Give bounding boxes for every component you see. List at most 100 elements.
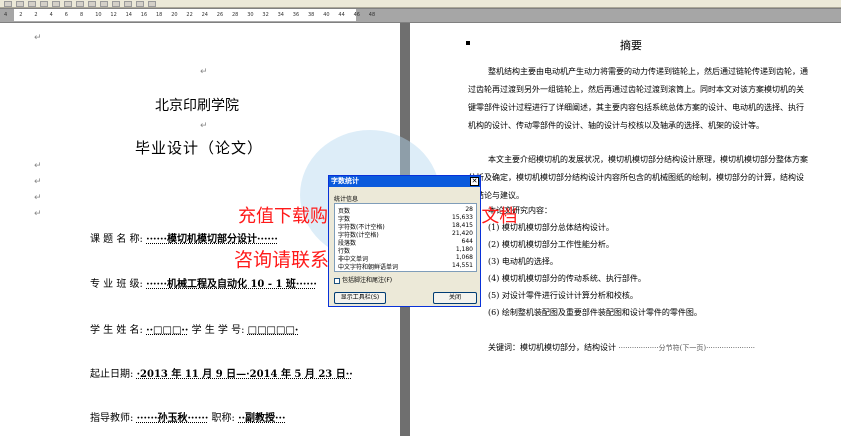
paragraph-mark: ↵ [34, 177, 42, 187]
stat-row: 字符数(计空格) 21,420 [338, 230, 473, 239]
toolbar-button[interactable] [88, 1, 96, 7]
row-value: ······孙玉秋······ [136, 413, 209, 424]
cover-row-topic: 课 题 名 称: ······模切机模切部分设计······ [90, 230, 278, 245]
toolbar-button[interactable] [16, 1, 24, 7]
ruler-number: 40 [323, 12, 330, 18]
ruler-number: 6 [64, 12, 68, 18]
stat-row: 字数 15,633 [338, 214, 473, 223]
row-value: ······机械工程及自动化 10 - 1 班······ [146, 279, 317, 290]
toolbar [0, 0, 841, 8]
row-value: ··□□□·· [146, 325, 189, 336]
cover-row-advisor: 指导教师: ······孙玉秋······ 职称: ··副教授··· [90, 409, 286, 424]
cover-row-class: 专 业 班 级: ······机械工程及自动化 10 - 1 班······ [90, 275, 317, 290]
ruler-number: 2 [34, 12, 38, 18]
show-toolbar-button[interactable]: 显示工具栏(S) [334, 292, 386, 304]
ruler-number: 2 [19, 12, 23, 18]
paragraph-mark: ↵ [34, 161, 42, 171]
ruler-number: 8 [80, 12, 84, 18]
stats-box: 页数 28 字数 15,633 字符数(不计空格) 18,415 字符数(计空格) 21… [334, 203, 477, 272]
horizontal-ruler[interactable]: 4 2 2 4 6 8 10 12 14 16 18 20 22 24 26 28 30 32 34 36 38 40 44… [0, 9, 841, 22]
ruler-number: 16 [140, 12, 148, 18]
paragraph-mark: ↵ [200, 67, 208, 77]
toolbar-button[interactable] [52, 1, 60, 7]
ruler-number: 30 [247, 12, 254, 18]
row-value-2: ··副教授··· [238, 413, 286, 424]
research-item-3: (3) 电动机的选择。 [488, 257, 558, 266]
close-icon[interactable]: ✕ [470, 177, 479, 186]
row-value: ·2013 年 11 月 9 日—·2014 年 5 月 23 日·· [136, 369, 353, 380]
paragraph-mark: ↵ [34, 193, 42, 203]
abstract-title: 摘要 [620, 39, 642, 52]
stat-row: 段落数 644 [338, 238, 473, 247]
ruler-number: 4 [4, 12, 8, 18]
toolbar-button[interactable] [100, 1, 108, 7]
toolbar-button[interactable] [136, 1, 144, 7]
ruler-number: 10 [95, 12, 102, 18]
ruler-number: 28 [232, 12, 239, 18]
row-label: 起止日期: [90, 369, 134, 380]
checkbox-box[interactable] [334, 277, 340, 284]
footnotes-checkbox[interactable]: 包括脚注和尾注(F) [334, 275, 392, 284]
ruler-number: 44 [338, 12, 345, 18]
cover-row-dates: 起止日期: ·2013 年 11 月 9 日—·2014 年 5 月 23 日·… [90, 365, 353, 380]
ruler-number: 4 [49, 12, 53, 18]
checkbox-label: 包括脚注和尾注(F) [342, 277, 393, 284]
research-item-2: (2) 模切机模切部分工作性能分析。 [488, 240, 614, 249]
word-count-dialog[interactable]: 字数统计 ✕ 统计信息 页数 28 字数 15,633 字符数(不计空格) 18,41… [328, 175, 481, 307]
toolbar-button[interactable] [28, 1, 36, 7]
stat-row: 页数 28 [338, 206, 473, 215]
stats-section-label: 统计信息 [334, 196, 359, 203]
keywords-line: 关键词：模切机模切部分，结构设计 ··················分节符(下… [488, 342, 755, 353]
ruler-number: 22 [186, 12, 193, 18]
close-button[interactable]: 关闭 [433, 292, 477, 304]
abstract-paragraph-1: 整机结构主要由电动机产生动力将需要的动力传递到链轮上，然后通过链轮传递到齿轮，通… [468, 67, 808, 130]
ruler-number: 12 [110, 12, 117, 18]
research-item-4: (4) 模切机模切部分的传动系统、执行部件。 [488, 274, 646, 283]
ruler-number: 48 [368, 12, 376, 18]
ruler-margin-right [356, 9, 400, 22]
ruler-number: 18 [156, 12, 163, 18]
row-label-2: 学 生 学 号: [191, 325, 245, 336]
ruler-number: 36 [292, 12, 300, 18]
dialog-titlebar[interactable]: 字数统计 ✕ [329, 176, 480, 187]
section-break: ··················分节符(下一页)··············… [618, 344, 756, 352]
school-name: 北京印刷学院 [155, 98, 239, 114]
research-item-6: (6) 绘制整机装配图及重要部件装配图和设计零件的零件图。 [488, 308, 702, 317]
paragraph-mark: ↵ [34, 33, 42, 43]
stat-row: 字符数(不计空格) 18,415 [338, 222, 473, 231]
ruler-number: 26 [216, 12, 224, 18]
cover-row-student: 学 生 姓 名: ··□□□·· 学 生 学 号: □□□□□· [90, 321, 298, 336]
row-value-2: □□□□□· [247, 325, 299, 336]
row-label: 学 生 姓 名: [90, 325, 143, 336]
toolbar-button[interactable] [64, 1, 72, 7]
toolbar-button[interactable] [40, 1, 48, 7]
ruler-margin-right [400, 9, 841, 22]
paragraph-mark: ↵ [200, 121, 208, 131]
toolbar-button[interactable] [112, 1, 120, 7]
row-label: 指导教师: [90, 413, 134, 424]
thesis-title: 毕业设计（论文） [135, 139, 264, 157]
ruler-number: 34 [277, 12, 284, 18]
row-value: ······模切机模切部分设计······ [146, 234, 278, 245]
toolbar-button[interactable] [124, 1, 132, 7]
dialog-title: 字数统计 [331, 177, 359, 185]
paragraph-mark: ↵ [34, 209, 42, 219]
toolbar-button[interactable] [148, 1, 156, 7]
abstract-paragraph-2: 本文主要介绍模切机的发展状况，模切机模切部分结构设计原理，模切机模切部分整体方案… [468, 155, 808, 200]
stat-row: 行数 1,180 [338, 246, 473, 255]
ruler-number: 38 [308, 12, 315, 18]
research-item-5: (5) 对设计零件进行设计计算分析和校核。 [488, 291, 638, 300]
ruler-number: 32 [262, 12, 269, 18]
ruler-number: 14 [125, 12, 132, 18]
stat-row: 非中文单词 1,068 [338, 254, 473, 263]
ruler-number: 24 [201, 12, 208, 18]
toolbar-button[interactable] [76, 1, 84, 7]
row-label: 专 业 班 级: [90, 279, 143, 290]
toolbar-button[interactable] [4, 1, 12, 7]
stat-row: 中文字符和朝鲜语单词 14,551 [338, 262, 473, 271]
bullet-marker [466, 41, 470, 45]
keywords: 关键词：模切机模切部分，结构设计 [488, 343, 616, 352]
ruler-number: 46 [353, 12, 360, 18]
row-label: 课 题 名 称: [90, 234, 143, 245]
ruler-number: 20 [171, 12, 178, 18]
